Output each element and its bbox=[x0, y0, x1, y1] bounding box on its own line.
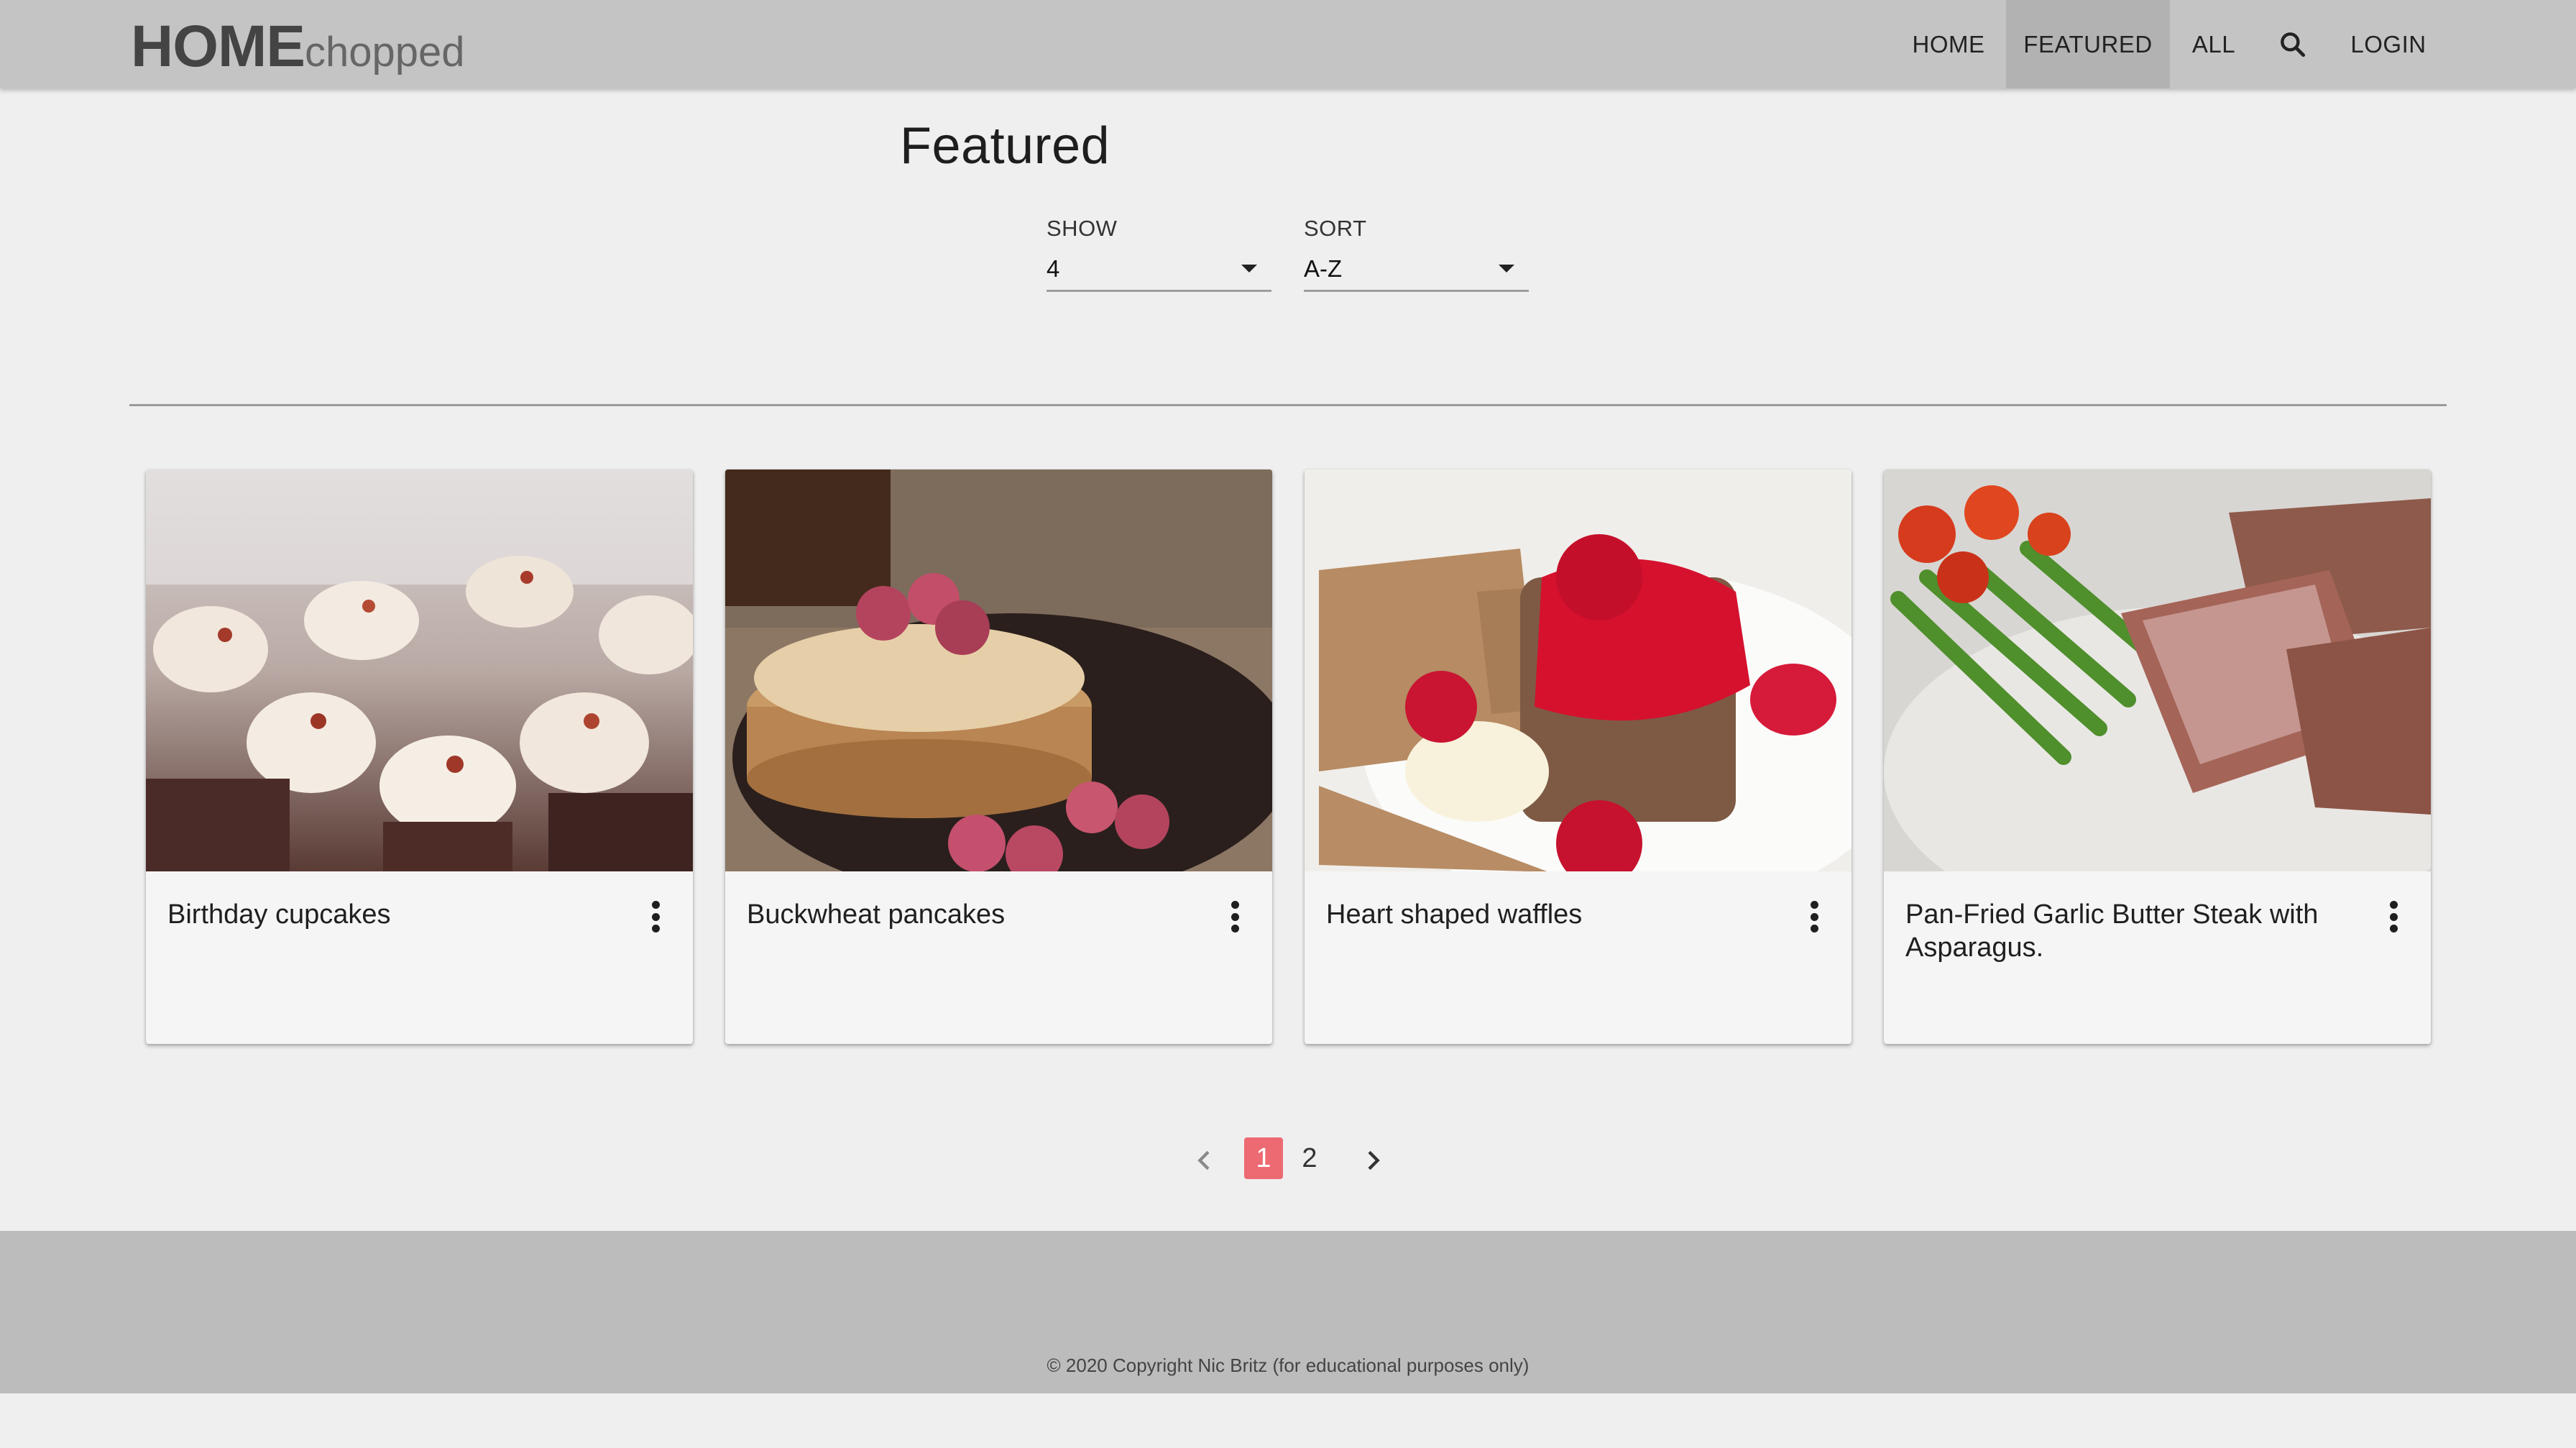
chevron-left-icon[interactable] bbox=[1190, 1146, 1219, 1175]
sort-select[interactable]: A-Z bbox=[1304, 255, 1529, 292]
recipe-title[interactable]: Pan-Fried Garlic Butter Steak with Aspar… bbox=[1905, 898, 2337, 964]
page-button-1[interactable]: 1 bbox=[1244, 1137, 1283, 1179]
show-filter: SHOW 4 bbox=[1046, 216, 1271, 292]
chevron-right-icon[interactable] bbox=[1358, 1146, 1387, 1175]
site-logo[interactable]: HOME chopped bbox=[131, 13, 465, 79]
recipe-image-cupcakes[interactable] bbox=[146, 469, 693, 871]
recipe-card[interactable]: Birthday cupcakes bbox=[146, 469, 693, 1044]
more-vert-icon[interactable] bbox=[2385, 901, 2402, 933]
recipe-title[interactable]: Buckwheat pancakes bbox=[747, 898, 1178, 931]
more-vert-icon[interactable] bbox=[1806, 901, 1823, 933]
dropdown-caret-icon bbox=[1499, 265, 1514, 272]
sort-label: SORT bbox=[1304, 216, 1367, 241]
show-select[interactable]: 4 bbox=[1046, 255, 1271, 292]
pagination: 1 2 bbox=[1179, 1137, 1394, 1182]
more-vert-icon[interactable] bbox=[1226, 901, 1243, 933]
recipe-image-steak[interactable] bbox=[1884, 469, 2431, 871]
recipe-image-pancakes[interactable] bbox=[725, 469, 1272, 871]
copyright-text: © 2020 Copyright Nic Britz (for educatio… bbox=[1046, 1355, 1530, 1376]
show-value: 4 bbox=[1046, 255, 1060, 282]
recipe-card[interactable]: Heart shaped waffles bbox=[1305, 469, 1852, 1044]
nav-all[interactable]: ALL bbox=[2178, 0, 2250, 88]
nav-home[interactable]: HOME bbox=[1898, 0, 2000, 88]
nav-search-button[interactable] bbox=[2264, 0, 2322, 88]
recipe-image-waffles[interactable] bbox=[1305, 469, 1852, 871]
logo-light-text: chopped bbox=[305, 29, 465, 75]
footer: © 2020 Copyright Nic Britz (for educatio… bbox=[0, 1231, 2576, 1393]
search-icon bbox=[2281, 32, 2306, 57]
nav-featured[interactable]: FEATURED bbox=[2006, 0, 2170, 88]
recipe-card[interactable]: Buckwheat pancakes bbox=[725, 469, 1272, 1044]
logo-bold-text: HOME bbox=[131, 14, 305, 79]
show-label: SHOW bbox=[1046, 216, 1118, 241]
top-navbar: HOME chopped HOME FEATURED ALL LOGIN bbox=[0, 0, 2576, 88]
recipe-card[interactable]: Pan-Fried Garlic Butter Steak with Aspar… bbox=[1884, 469, 2431, 1044]
section-divider bbox=[129, 404, 2447, 406]
dropdown-caret-icon bbox=[1241, 265, 1257, 272]
sort-value: A-Z bbox=[1304, 255, 1343, 282]
page-title: Featured bbox=[900, 117, 1110, 175]
recipe-title[interactable]: Heart shaped waffles bbox=[1326, 898, 1757, 931]
page-button-2[interactable]: 2 bbox=[1290, 1137, 1329, 1179]
sort-filter: SORT A-Z bbox=[1304, 216, 1529, 292]
nav-login[interactable]: LOGIN bbox=[2340, 0, 2437, 88]
recipe-title[interactable]: Birthday cupcakes bbox=[167, 898, 599, 931]
more-vert-icon[interactable] bbox=[647, 901, 664, 933]
